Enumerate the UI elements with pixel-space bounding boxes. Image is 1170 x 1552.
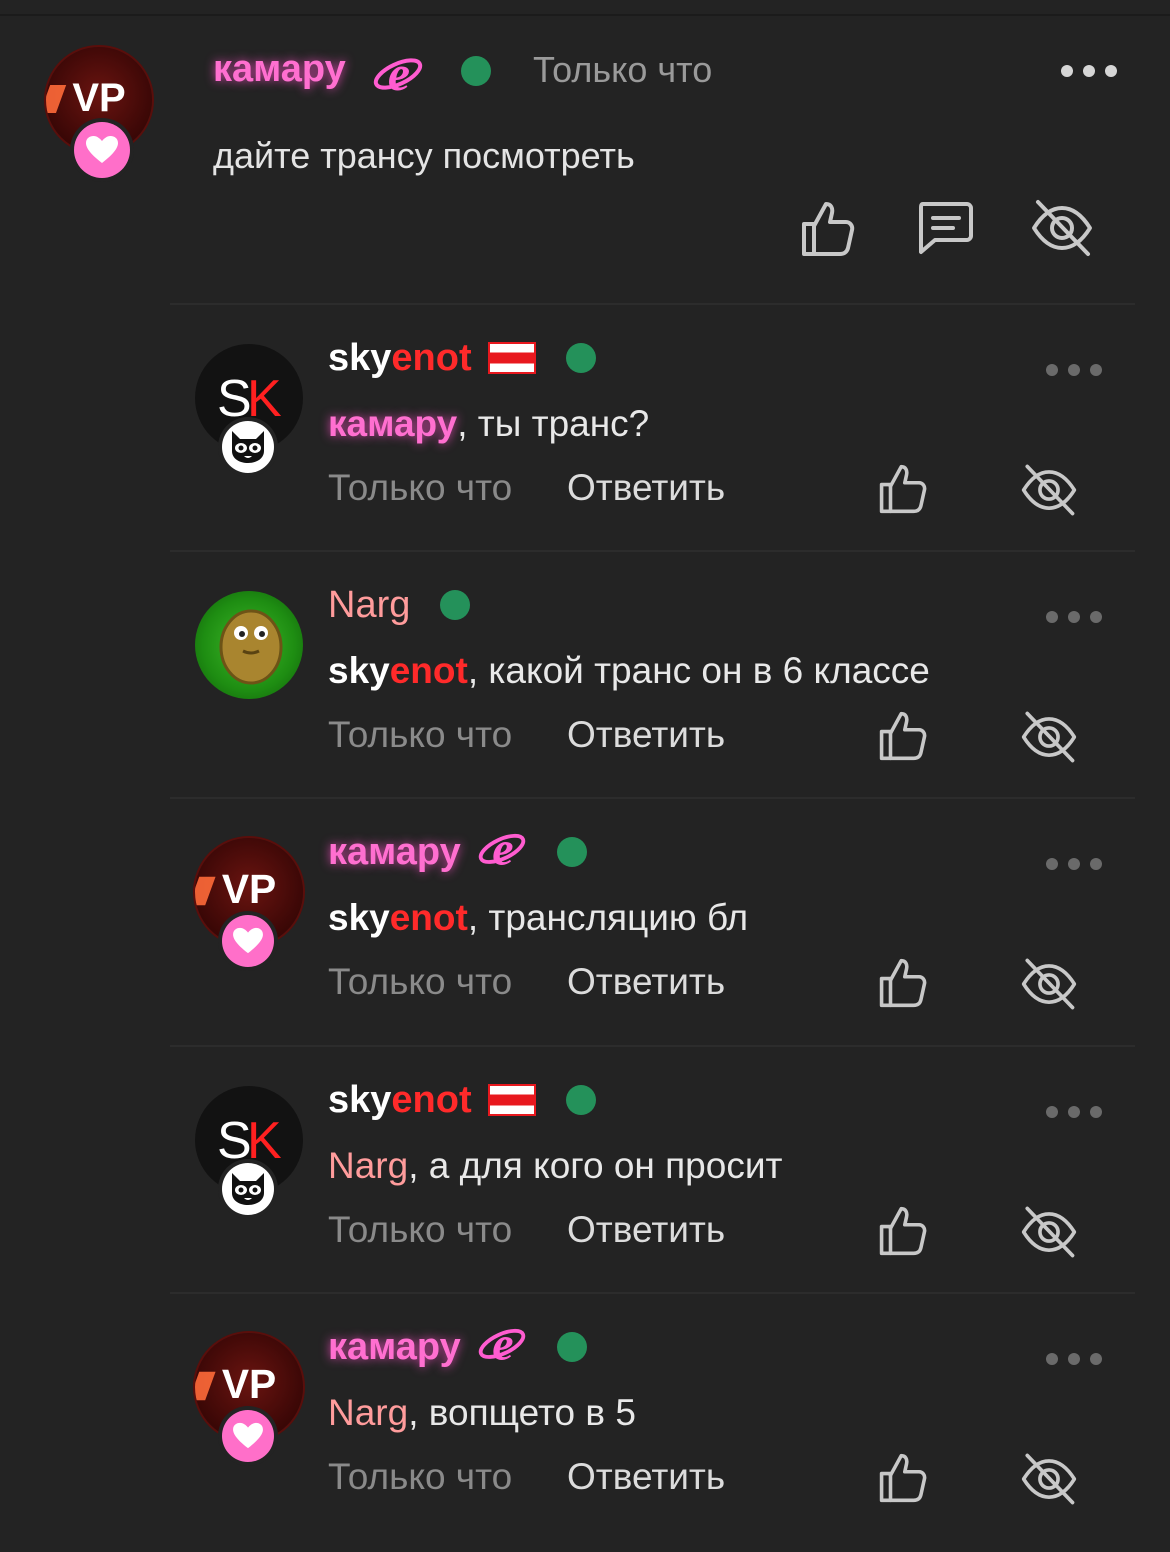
like-icon[interactable] [878,463,928,515]
comment-reply: S K sky enot камару, ты транс? Только что… [0,295,1170,542]
reply-button[interactable]: Ответить [567,467,725,509]
mention[interactable]: skyenot [328,897,468,938]
reply-button[interactable]: Ответить [567,714,725,756]
more-options-icon[interactable] [1058,54,1120,88]
timestamp: Только что [328,1456,513,1497]
timestamp: Только что [328,714,513,755]
heart-icon [233,1422,263,1449]
svg-text:K: K [247,370,282,428]
username[interactable]: sky enot [328,1077,596,1123]
username[interactable]: камару [213,48,346,91]
like-icon[interactable] [878,957,928,1009]
heart-icon [233,927,263,954]
hide-icon[interactable] [1020,461,1078,519]
divider [170,1292,1135,1294]
username[interactable]: sky enot [328,335,596,381]
like-icon[interactable] [800,200,856,258]
avatar[interactable] [195,591,303,699]
ie-logo-icon: e [477,822,527,882]
more-options-icon[interactable] [1043,1342,1105,1376]
comment-reply: VP камару e skyenot, трансляцию бл Тольк… [0,789,1170,1036]
comment-reply: Narg skyenot, какой транс он в 6 классе … [0,542,1170,789]
reply-button[interactable]: Ответить [567,1456,725,1498]
hide-icon[interactable] [1020,955,1078,1013]
heart-badge [222,1410,274,1462]
online-indicator [565,1085,596,1115]
more-options-icon[interactable] [1043,847,1105,881]
hide-icon[interactable] [1020,1203,1078,1261]
heart-badge [74,122,130,178]
divider [170,797,1135,799]
timestamp: Только что [533,49,713,90]
username[interactable]: камару e [328,1317,587,1370]
mention[interactable]: Narg [328,1145,408,1186]
svg-text:VP: VP [72,76,125,120]
heart-badge [222,915,274,967]
ie-logo-icon: e [477,1317,527,1377]
mention[interactable]: камару [328,403,457,444]
more-options-icon[interactable] [1043,1095,1105,1129]
timestamp: Только что [328,961,513,1002]
like-icon[interactable] [878,710,928,762]
more-options-icon[interactable] [1043,600,1105,634]
comment-reply: S K sky enot Narg, а для кого он просит Т… [0,1037,1170,1284]
svg-text:VP: VP [222,866,276,912]
divider [170,1045,1135,1047]
belarus-flag-icon [487,342,536,374]
like-icon[interactable] [878,1452,928,1504]
username[interactable]: Narg [328,582,471,628]
svg-text:e: e [492,1317,513,1367]
reply-button[interactable]: Ответить [567,1209,725,1251]
hide-icon[interactable] [1020,708,1078,766]
mention[interactable]: Narg [328,1392,408,1433]
divider [170,550,1135,552]
heart-icon [86,136,118,163]
hide-icon[interactable] [1030,196,1094,260]
timestamp: Только что [328,467,513,508]
online-indicator [565,343,596,373]
comment-text: skyenot, какой транс он в 6 классе [328,650,930,691]
online-indicator [440,590,471,620]
svg-text:VP: VP [222,1361,276,1407]
online-indicator [461,56,491,86]
online-indicator [556,1332,587,1362]
wallnut-icon [219,609,283,685]
reply-button[interactable]: Ответить [567,961,725,1003]
comment-root: VP камару e Только что дайте трансу посм… [0,0,1170,290]
comment-reply: VP камару e Narg, вопщето в 5 Только что… [0,1284,1170,1531]
like-icon[interactable] [878,1205,928,1257]
svg-text:K: K [247,1112,282,1170]
belarus-flag-icon [487,1084,536,1116]
raccoon-badge [222,421,274,473]
svg-text:e: e [492,822,513,872]
comment-text: skyenot, трансляцию бл [328,897,749,938]
svg-text:e: e [388,46,410,98]
comment-text: Narg, а для кого он просит [328,1145,783,1186]
raccoon-badge [222,1163,274,1215]
raccoon-icon [232,431,264,463]
reply-icon[interactable] [915,198,975,258]
username[interactable]: камару e [328,822,587,875]
comment-text: Narg, вопщето в 5 [328,1392,636,1433]
mention[interactable]: skyenot [328,650,468,691]
timestamp: Только что [328,1209,513,1250]
ie-logo-icon: e [372,45,424,103]
comment-text: камару, ты транс? [328,403,650,444]
online-indicator [556,837,587,867]
more-options-icon[interactable] [1043,353,1105,387]
divider [170,303,1135,305]
comment-text: дайте трансу посмотреть [213,135,635,176]
raccoon-icon [232,1173,264,1205]
hide-icon[interactable] [1020,1450,1078,1508]
